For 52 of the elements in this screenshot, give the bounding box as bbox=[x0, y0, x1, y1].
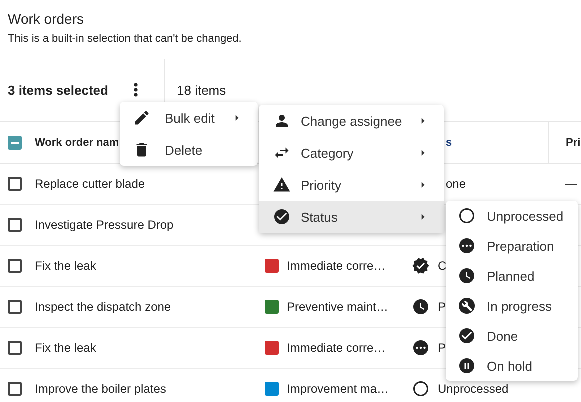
item-count: 18 items bbox=[177, 82, 226, 98]
column-header[interactable]: s bbox=[446, 136, 452, 148]
menu-item[interactable]: Category bbox=[259, 137, 444, 169]
kebab-icon bbox=[134, 83, 138, 97]
menu-item[interactable]: Preparation bbox=[446, 231, 578, 261]
category-label: Immediate corre… bbox=[287, 341, 386, 355]
menu-item[interactable]: Unprocessed bbox=[446, 201, 578, 231]
menu-item[interactable]: In progress bbox=[446, 291, 578, 321]
work-order-name: Improve the boiler plates bbox=[35, 382, 166, 396]
clock-icon bbox=[412, 298, 430, 316]
status-label: C bbox=[438, 259, 447, 273]
work-order-name: Fix the leak bbox=[35, 259, 96, 273]
row-checkbox[interactable] bbox=[8, 341, 22, 355]
page-title: Work orders bbox=[8, 10, 85, 28]
pencil-icon bbox=[133, 109, 151, 127]
menu-item[interactable]: Status bbox=[259, 201, 444, 233]
row-checkbox[interactable] bbox=[8, 177, 22, 191]
menu-item[interactable]: On hold bbox=[446, 351, 578, 381]
select-all-checkbox[interactable] bbox=[8, 136, 22, 150]
row-checkbox[interactable] bbox=[8, 218, 22, 232]
menu-item[interactable]: Bulk edit bbox=[120, 102, 258, 134]
work-order-name: Replace cutter blade bbox=[35, 177, 146, 191]
clock-icon bbox=[458, 267, 476, 285]
pause-icon bbox=[458, 357, 476, 375]
work-order-name: Investigate Pressure Drop bbox=[35, 218, 174, 232]
status-label: P bbox=[438, 341, 446, 355]
work-order-name: Fix the leak bbox=[35, 341, 96, 355]
wrench-icon bbox=[459, 298, 475, 314]
category-label: Preventive maint… bbox=[287, 300, 388, 314]
status-label: one bbox=[446, 177, 466, 191]
category-label: Improvement ma… bbox=[287, 382, 390, 396]
column-header[interactable]: Pri bbox=[566, 136, 581, 148]
status-label: Unprocessed bbox=[438, 382, 509, 396]
row-checkbox[interactable] bbox=[8, 382, 22, 396]
priority-dash: — bbox=[565, 177, 577, 191]
menu-item[interactable]: Change assignee bbox=[259, 105, 444, 137]
work-order-name: Inspect the dispatch zone bbox=[35, 300, 172, 314]
person-icon bbox=[273, 112, 291, 130]
menu-item[interactable]: Done bbox=[446, 321, 578, 351]
badge-check-icon bbox=[412, 257, 430, 275]
menu-item[interactable]: Delete bbox=[120, 134, 258, 166]
status-label: P bbox=[438, 300, 446, 314]
category-label: Immediate corre… bbox=[287, 259, 386, 273]
warning-icon bbox=[273, 176, 291, 194]
menu-item[interactable]: Planned bbox=[446, 261, 578, 291]
dash-icon bbox=[11, 142, 19, 144]
column-header[interactable]: Work order nam bbox=[35, 136, 120, 148]
row-checkbox[interactable] bbox=[8, 300, 22, 314]
row-checkbox[interactable] bbox=[8, 259, 22, 273]
menu-item[interactable]: Priority bbox=[259, 169, 444, 201]
page-subtitle: This is a built-in selection that can't be changed. bbox=[8, 32, 243, 46]
selection-count: 3 items selected bbox=[8, 82, 110, 98]
